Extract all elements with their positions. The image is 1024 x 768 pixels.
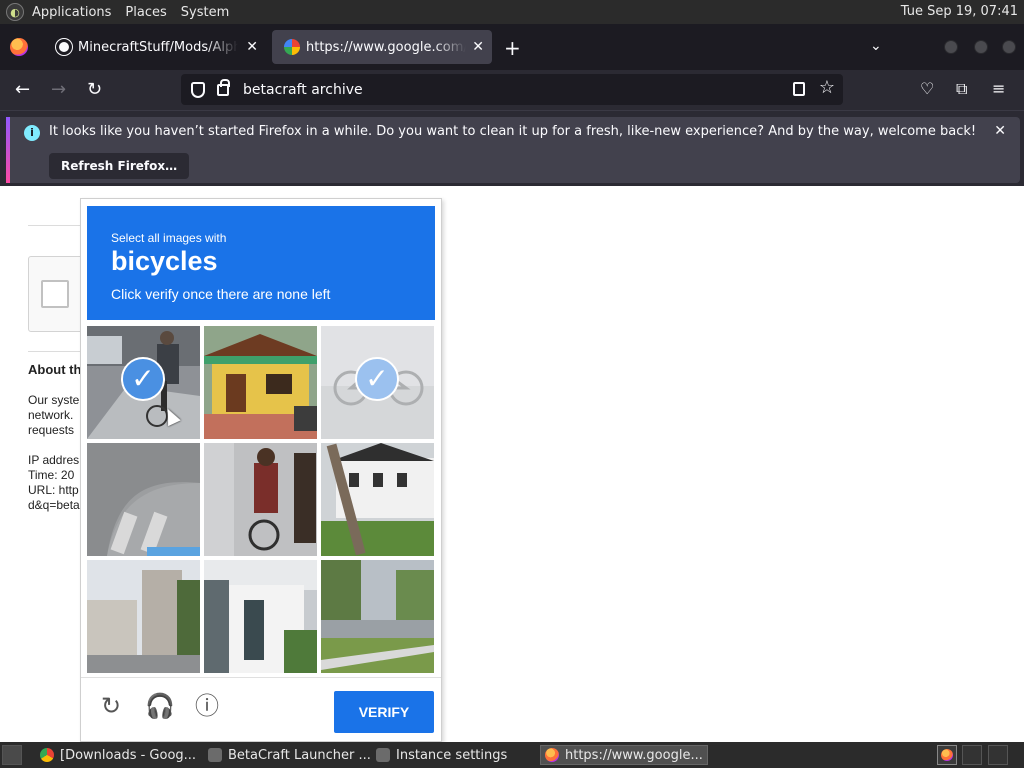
lock-icon[interactable] (217, 78, 230, 96)
task-firefox[interactable]: https://www.google... (540, 745, 708, 765)
reload-icon[interactable]: ↻ (87, 79, 102, 100)
firefox-icon (545, 748, 559, 762)
instruction-sub: Click verify once there are none left (111, 286, 331, 302)
close-tab-icon[interactable]: ✕ (472, 39, 484, 55)
captcha-tile[interactable] (204, 326, 317, 439)
verify-button[interactable]: VERIFY (334, 691, 434, 733)
close-notification-icon[interactable]: ✕ (994, 123, 1006, 139)
menu-places[interactable]: Places (125, 5, 166, 20)
firefox-view-icon[interactable] (10, 38, 28, 56)
github-icon (56, 39, 72, 55)
list-all-tabs-icon[interactable]: ⌄ (870, 38, 882, 54)
notification-box: i It looks like you haven’t started Fire… (6, 117, 1020, 183)
distro-logo-icon[interactable]: ◐ (6, 3, 24, 21)
captcha-header: Select all images with bicycles Click ve… (87, 206, 435, 320)
taskbar: [Downloads - Goog... BetaCraft Launcher … (0, 742, 1024, 768)
captcha-tile[interactable] (321, 560, 434, 673)
tab-google[interactable]: https://www.google.com/se ✕ (272, 30, 492, 64)
captcha-tile[interactable]: ✓ (87, 326, 200, 439)
task-betacraft[interactable]: BetaCraft Launcher ... (208, 745, 371, 765)
show-desktop-icon[interactable] (2, 745, 22, 765)
info-icon[interactable]: ⓘ (193, 692, 221, 720)
body-line: requests (28, 423, 75, 437)
nav-toolbar: ← → ↻ betacraft archive ☆ ♡ ⧉ ≡ (0, 70, 1024, 110)
system-panel: ◐ Applications Places System Tue Sep 19,… (0, 0, 1024, 24)
workspace-2[interactable] (988, 745, 1008, 765)
instruction-small: Select all images with (111, 231, 227, 245)
about-heading: About th (28, 362, 82, 377)
selected-check-icon: ✓ (121, 357, 165, 401)
minimize-window-icon[interactable] (944, 40, 958, 54)
captcha-tile[interactable]: ✓ (321, 326, 434, 439)
captcha-tile[interactable] (204, 443, 317, 556)
clock[interactable]: Tue Sep 19, 07:41 (901, 4, 1018, 19)
maximize-window-icon[interactable] (974, 40, 988, 54)
captcha-tile[interactable] (321, 443, 434, 556)
bookmark-star-icon[interactable]: ☆ (819, 77, 835, 98)
captcha-challenge: Select all images with bicycles Click ve… (80, 198, 442, 742)
task-label: [Downloads - Goog... (60, 747, 197, 763)
menu-applications[interactable]: Applications (32, 5, 111, 20)
new-tab-icon[interactable]: + (504, 36, 521, 60)
notification-bar: i It looks like you haven’t started Fire… (0, 110, 1024, 186)
task-downloads[interactable]: [Downloads - Goog... (40, 745, 196, 765)
tab-label: MinecraftStuff/Mods/Alpha (78, 39, 238, 55)
captcha-tile[interactable] (87, 560, 200, 673)
firefox-tray-icon[interactable] (937, 745, 957, 765)
divider (28, 225, 88, 226)
detail-line: IP addres (28, 453, 80, 467)
java-icon (208, 748, 222, 762)
info-icon: i (24, 125, 40, 141)
task-label: Instance settings (396, 747, 508, 763)
body-line: Our syste (28, 393, 80, 407)
tracking-shield-icon[interactable] (191, 81, 205, 98)
task-label: https://www.google... (565, 747, 703, 763)
forward-icon[interactable]: → (51, 79, 66, 100)
detail-line: Time: 20 (28, 468, 75, 482)
body-line: network. (28, 408, 74, 422)
app-menu-icon[interactable]: ≡ (992, 79, 1005, 98)
task-label: BetaCraft Launcher ... (228, 747, 371, 763)
captcha-tile[interactable] (87, 443, 200, 556)
audio-icon[interactable]: 🎧 (145, 692, 175, 720)
close-window-icon[interactable] (1002, 40, 1016, 54)
google-icon (284, 39, 300, 55)
chrome-icon (40, 748, 54, 762)
refresh-firefox-button[interactable]: Refresh Firefox… (49, 153, 190, 179)
extensions-icon[interactable]: ⧉ (956, 79, 967, 99)
divider (28, 351, 88, 352)
task-instance-settings[interactable]: Instance settings (376, 745, 507, 765)
pocket-icon[interactable]: ♡ (920, 79, 934, 98)
java-icon (376, 748, 390, 762)
captcha-footer: ↻ 🎧 ⓘ VERIFY (81, 677, 441, 741)
menu-system[interactable]: System (181, 5, 229, 20)
tab-github[interactable]: MinecraftStuff/Mods/Alpha ✕ (44, 30, 266, 64)
url-text[interactable]: betacraft archive (243, 82, 363, 98)
selected-check-icon: ✓ (355, 357, 399, 401)
instruction-target: bicycles (111, 246, 218, 276)
reload-icon[interactable]: ↻ (97, 692, 125, 720)
tab-label: https://www.google.com/se (306, 39, 466, 55)
detail-line: d&q=beta (28, 498, 80, 512)
notification-text: It looks like you haven’t started Firefo… (49, 124, 977, 139)
close-tab-icon[interactable]: ✕ (246, 39, 258, 55)
back-icon[interactable]: ← (15, 79, 30, 100)
captcha-tile[interactable] (204, 560, 317, 673)
reader-view-icon[interactable] (793, 82, 805, 96)
workspace-1[interactable] (962, 745, 982, 765)
recaptcha-checkbox[interactable] (41, 280, 69, 308)
url-bar[interactable]: betacraft archive ☆ (181, 74, 843, 105)
tab-strip: MinecraftStuff/Mods/Alpha ✕ https://www.… (0, 24, 1024, 70)
detail-line: URL: http (28, 483, 79, 497)
recaptcha-widget[interactable] (28, 256, 88, 332)
